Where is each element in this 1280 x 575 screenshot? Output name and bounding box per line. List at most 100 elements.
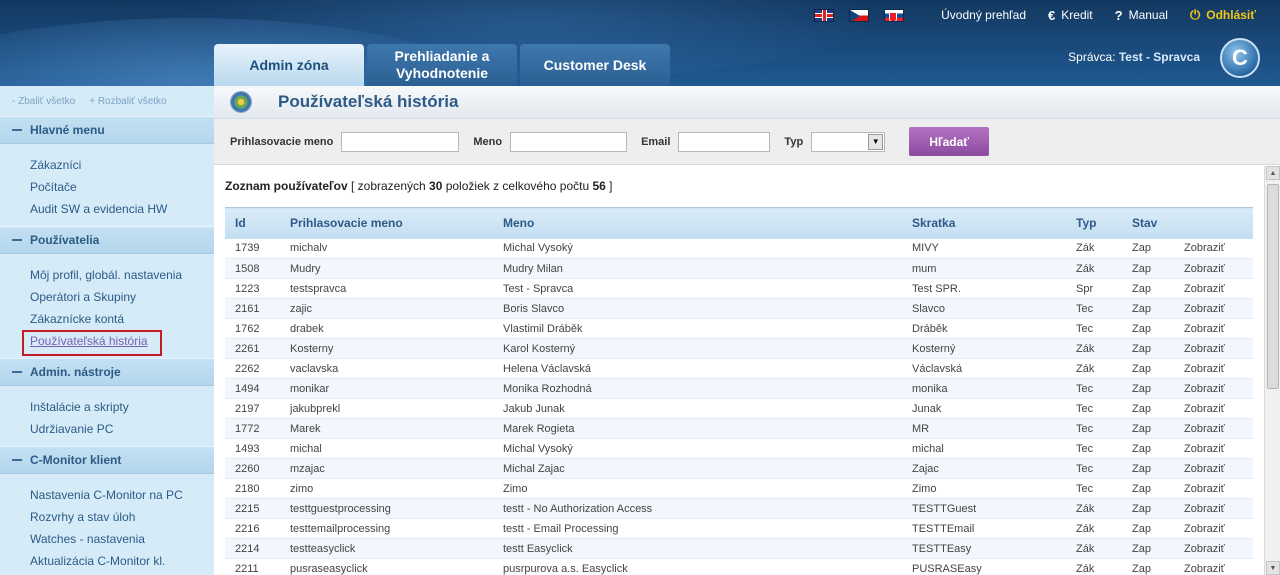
table-row[interactable]: 1762 drabek Vlastimil Dráběk Dráběk Tec Zap Zo…	[225, 318, 1253, 339]
section-title: Admin. nástroje	[30, 365, 121, 379]
sidebar-item-user-history[interactable]: Používateľská história	[22, 330, 214, 356]
table-row[interactable]: 2262 vaclavska Helena Václavská Václavská Zá…	[225, 358, 1253, 379]
flag-uk-icon[interactable]	[814, 8, 835, 22]
admin-name[interactable]: Test - Spravca	[1119, 50, 1200, 64]
table-row[interactable]: 1494 monikar Monika Rozhodná monika Tec Zap Zo…	[225, 378, 1253, 399]
view-link[interactable]: Zobraziť	[1174, 278, 1253, 299]
scrollbar-thumb[interactable]	[1267, 184, 1279, 389]
col-status[interactable]: Stav	[1122, 207, 1174, 239]
table-row[interactable]: 2260 mzajac Michal Zajac Zajac Tec Zap Zobrazi…	[225, 458, 1253, 479]
cell-login: monikar	[280, 378, 493, 399]
table-row[interactable]: 2215 testtguestprocessing testt - No Autho…	[225, 498, 1253, 519]
cell-status: Zap	[1122, 378, 1174, 399]
view-link[interactable]: Zobraziť	[1174, 378, 1253, 399]
table-row[interactable]: 2261 Kosterny Karol Kosterný Kosterný Zák Zap…	[225, 338, 1253, 359]
list-info-text: ]	[605, 179, 613, 193]
table-row[interactable]: 2161 zajic Boris Slavco Slavco Tec Zap Zobrazi…	[225, 298, 1253, 319]
cell-login: testtemailprocessing	[280, 518, 493, 539]
table-row[interactable]: 1508 Mudry Mudry Milan mum Zák Zap Zobraziť	[225, 258, 1253, 279]
view-link[interactable]: Zobraziť	[1174, 538, 1253, 559]
sidebar-section-admin-tools[interactable]: Admin. nástroje	[0, 358, 214, 386]
email-input[interactable]	[678, 131, 771, 152]
view-link[interactable]: Zobraziť	[1174, 498, 1253, 519]
col-name[interactable]: Meno	[493, 207, 902, 239]
tab-browse-evaluate[interactable]: Prehliadanie a Vyhodnotenie	[367, 44, 517, 86]
table-row[interactable]: 1739 michalv Michal Vysoký MIVY Zák Zap Zobraz…	[225, 238, 1253, 259]
table-row[interactable]: 1223 testspravca Test - Spravca Test SPR. Sp…	[225, 278, 1253, 299]
sidebar-item-computers[interactable]: Počítače	[30, 176, 214, 198]
sidebar-section-users[interactable]: Používatelia	[0, 226, 214, 254]
view-link[interactable]: Zobraziť	[1174, 258, 1253, 279]
type-select[interactable]: ▼	[811, 131, 886, 152]
power-icon: ⏻	[1189, 7, 1201, 22]
user-history-icon	[230, 91, 252, 113]
cell-abbrev: Zajac	[902, 458, 1066, 479]
table-row[interactable]: 2180 zimo Zimo Zimo Tec Zap Zobraziť	[225, 478, 1253, 499]
cell-abbrev: Slavco	[902, 298, 1066, 319]
view-link[interactable]: Zobraziť	[1174, 458, 1253, 479]
cell-status: Zap	[1122, 538, 1174, 559]
tab-admin-zone[interactable]: Admin zóna	[214, 44, 364, 86]
sidebar-item-watches[interactable]: Watches - nastavenia	[30, 528, 214, 550]
flag-sk-icon[interactable]	[884, 8, 905, 22]
view-link[interactable]: Zobraziť	[1174, 398, 1253, 419]
credit-label: Kredit	[1061, 8, 1093, 22]
scroll-up-icon[interactable]: ▲	[1266, 166, 1280, 180]
col-id[interactable]: Id	[225, 207, 280, 239]
name-input[interactable]	[510, 131, 628, 152]
main-content: Používateľská história Prihlasovacie men…	[214, 86, 1280, 575]
search-button[interactable]: Hľadať	[909, 127, 990, 156]
view-link[interactable]: Zobraziť	[1174, 298, 1253, 319]
cell-name: Vlastimil Dráběk	[493, 318, 902, 339]
vertical-scrollbar[interactable]: ▲ ▼	[1264, 166, 1280, 575]
credit-link[interactable]: € Kredit	[1048, 8, 1093, 23]
sidebar-section-cmonitor[interactable]: C-Monitor klient	[0, 446, 214, 474]
cell-name: pusrpurova a.s. Easyclick	[493, 558, 902, 575]
manual-link[interactable]: ? Manual	[1115, 8, 1168, 23]
scroll-down-icon[interactable]: ▼	[1266, 561, 1280, 575]
view-link[interactable]: Zobraziť	[1174, 338, 1253, 359]
view-link[interactable]: Zobraziť	[1174, 418, 1253, 439]
view-link[interactable]: Zobraziť	[1174, 358, 1253, 379]
logout-label: Odhlásiť	[1206, 8, 1256, 22]
table-row[interactable]: 1772 Marek Marek Rogieta MR Tec Zap Zobraziť	[225, 418, 1253, 439]
sidebar-item-installations[interactable]: Inštalácie a skripty	[30, 396, 214, 418]
flag-cz-icon[interactable]	[849, 8, 870, 22]
col-type[interactable]: Typ	[1066, 207, 1122, 239]
view-link[interactable]: Zobraziť	[1174, 558, 1253, 575]
sidebar-item-pc-maintenance[interactable]: Udržiavanie PC	[30, 418, 214, 440]
cell-id: 2216	[225, 518, 280, 539]
sidebar-item-my-profile[interactable]: Môj profil, globál. nastavenia	[30, 264, 214, 286]
list-summary: Zoznam používateľov [ zobrazených 30 pol…	[225, 179, 613, 193]
table-row[interactable]: 2197 jakubprekl Jakub Junak Junak Tec Zap Zobr…	[225, 398, 1253, 419]
view-link[interactable]: Zobraziť	[1174, 518, 1253, 539]
cell-type: Zák	[1066, 358, 1122, 379]
login-input[interactable]	[341, 131, 460, 152]
logout-link[interactable]: ⏻ Odhlásiť	[1190, 7, 1256, 23]
tab-customer-desk[interactable]: Customer Desk	[520, 44, 670, 86]
view-link[interactable]: Zobraziť	[1174, 438, 1253, 459]
sidebar-item-cmonitor-settings[interactable]: Nastavenia C-Monitor na PC	[30, 484, 214, 506]
view-link[interactable]: Zobraziť	[1174, 318, 1253, 339]
sidebar-item-schedules[interactable]: Rozvrhy a stav úloh	[30, 506, 214, 528]
expand-all-link[interactable]: + Rozbaliť všetko	[89, 96, 166, 107]
cell-login: Marek	[280, 418, 493, 439]
sidebar-item-operators[interactable]: Operátori a Skupiny	[30, 286, 214, 308]
sidebar-item-audit[interactable]: Audit SW a evidencia HW	[30, 198, 214, 220]
overview-link[interactable]: Úvodný prehľad	[941, 8, 1026, 22]
page-title: Používateľská história	[278, 92, 459, 111]
view-link[interactable]: Zobraziť	[1174, 238, 1253, 259]
sidebar-section-main-menu[interactable]: Hlavné menu	[0, 116, 214, 144]
table-row[interactable]: 2214 testteasyclick testt Easyclick TESTTEa…	[225, 538, 1253, 559]
col-login[interactable]: Prihlasovacie meno	[280, 207, 493, 239]
chevron-down-icon[interactable]: ▼	[868, 133, 884, 150]
sidebar-item-customers[interactable]: Zákazníci	[30, 154, 214, 176]
sidebar-item-cmonitor-update[interactable]: Aktualizácia C-Monitor kl.	[30, 550, 214, 572]
view-link[interactable]: Zobraziť	[1174, 478, 1253, 499]
col-abbrev[interactable]: Skratka	[902, 207, 1066, 239]
table-row[interactable]: 1493 michal Michal Vysoký michal Tec Zap Zobra…	[225, 438, 1253, 459]
table-row[interactable]: 2216 testtemailprocessing testt - Email Pr…	[225, 518, 1253, 539]
sidebar-item-customer-accounts[interactable]: Zákaznícke kontá	[30, 308, 214, 330]
table-row[interactable]: 2211 pusraseasyclick pusrpurova a.s. Easyc…	[225, 558, 1253, 575]
collapse-all-link[interactable]: - Zbaliť všetko	[12, 96, 75, 107]
